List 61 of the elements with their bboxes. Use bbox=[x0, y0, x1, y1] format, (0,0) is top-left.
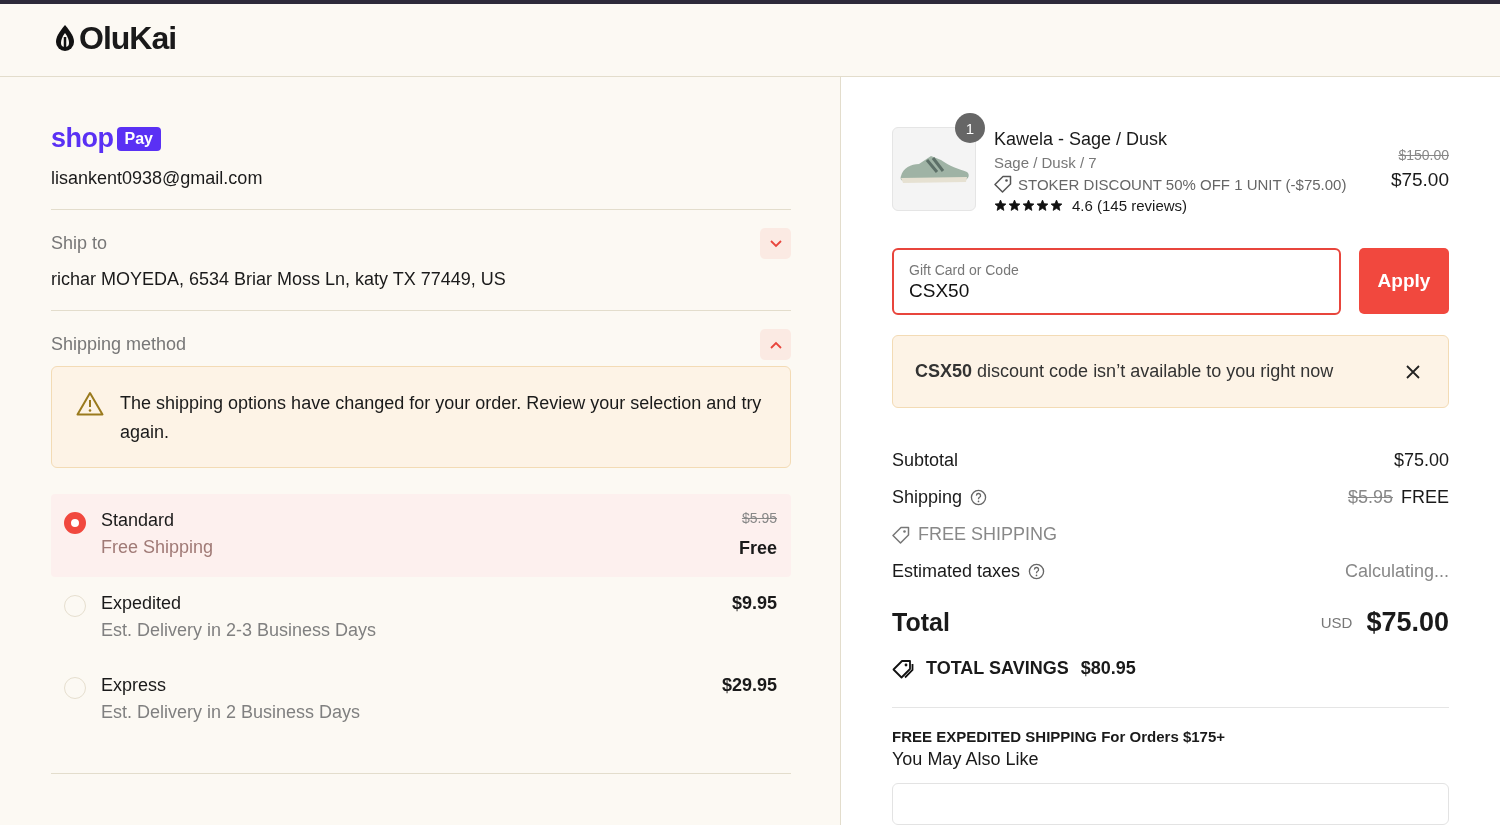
original-price: $150.00 bbox=[1398, 147, 1449, 163]
section-toggle-button[interactable] bbox=[760, 228, 791, 259]
taxes-label: Estimated taxes bbox=[892, 561, 1021, 582]
subtotal-label: Subtotal bbox=[892, 450, 959, 471]
help-icon[interactable] bbox=[1028, 563, 1046, 580]
shipping-option[interactable]: Standard Free Shipping $5.95 Free bbox=[51, 494, 791, 577]
option-price: $9.95 bbox=[731, 593, 777, 614]
shipping-option[interactable]: Express Est. Delivery in 2 Business Days $29.95 bbox=[51, 659, 791, 741]
shipping-discount-label: FREE SHIPPING bbox=[918, 524, 1058, 545]
option-price: Free bbox=[738, 538, 777, 559]
option-detail: Est. Delivery in 2 Business Days bbox=[101, 702, 362, 723]
option-price: $29.95 bbox=[721, 675, 777, 696]
pay-badge: Pay bbox=[116, 126, 161, 151]
close-icon[interactable] bbox=[1406, 364, 1420, 379]
section-toggle-button[interactable] bbox=[760, 329, 791, 360]
warning-message: The shipping options have changed for your order. Review your selection and try again. bbox=[120, 392, 763, 444]
promo-headline: FREE EXPEDITED SHIPPING For Orders $175+ bbox=[892, 728, 1227, 745]
savings-label: TOTAL SAVINGS bbox=[926, 658, 1069, 679]
drop-logo-icon bbox=[55, 24, 75, 53]
original-price: $5.95 bbox=[741, 510, 777, 526]
tag-icon bbox=[994, 175, 1012, 193]
shipping-option[interactable]: Expedited Est. Delivery in 2-3 Business Days $9.95 bbox=[51, 577, 791, 659]
brand-logo[interactable]: OluKai bbox=[79, 19, 177, 57]
option-name: Expedited bbox=[101, 593, 183, 614]
option-name: Express bbox=[101, 675, 168, 696]
discount-code-field[interactable]: Gift Card or Code CSX50 bbox=[892, 248, 1341, 315]
tag-icon bbox=[892, 525, 910, 544]
shipping-method-label: Shipping method bbox=[51, 334, 187, 355]
notice-message: CSX50 discount code isn’t available to you right now bbox=[915, 361, 1334, 382]
shop-pay-logo: shop bbox=[51, 123, 114, 154]
option-detail: Free Shipping bbox=[101, 537, 215, 558]
original-shipping-price: $5.95 bbox=[1347, 487, 1393, 508]
contact-email: lisankent0938@gmail.com bbox=[51, 168, 264, 189]
chevron-icon bbox=[769, 239, 782, 248]
savings-value: $80.95 bbox=[1080, 658, 1136, 679]
total-label: Total bbox=[892, 607, 950, 637]
radio-button[interactable] bbox=[64, 512, 86, 534]
ship-to-label: Ship to bbox=[51, 233, 108, 254]
help-icon[interactable] bbox=[970, 489, 988, 506]
shipping-value: FREE bbox=[1401, 487, 1449, 508]
quantity-badge: 1 bbox=[955, 113, 985, 143]
option-name: Standard bbox=[101, 510, 176, 531]
discount-label: STOKER DISCOUNT 50% OFF 1 UNIT (-$75.00) bbox=[1018, 175, 1347, 193]
tags-icon bbox=[892, 658, 914, 679]
product-variant: Sage / Dusk / 7 bbox=[994, 154, 1098, 171]
option-detail: Est. Delivery in 2-3 Business Days bbox=[101, 620, 378, 641]
currency-code: USD bbox=[1320, 613, 1353, 631]
recommendations-heading: You May Also Like bbox=[892, 749, 1040, 770]
rating-text: 4.6 (145 reviews) bbox=[1072, 197, 1188, 214]
warning-icon bbox=[76, 391, 104, 416]
chevron-icon bbox=[769, 340, 782, 349]
product-price: $75.00 bbox=[1390, 169, 1449, 191]
subtotal-value: $75.00 bbox=[1393, 450, 1449, 471]
product-name: Kawela - Sage / Dusk bbox=[994, 129, 1169, 150]
taxes-value: Calculating... bbox=[1344, 561, 1449, 582]
discount-code-input[interactable]: CSX50 bbox=[909, 280, 1324, 302]
apply-button[interactable]: Apply bbox=[1359, 248, 1449, 314]
shipping-label: Shipping bbox=[892, 487, 963, 508]
shipping-address: richar MOYEDA, 6534 Briar Moss Ln, katy TX 77449, US bbox=[51, 269, 507, 290]
floating-label: Gift Card or Code bbox=[909, 262, 1020, 278]
total-value: $75.00 bbox=[1366, 606, 1449, 638]
